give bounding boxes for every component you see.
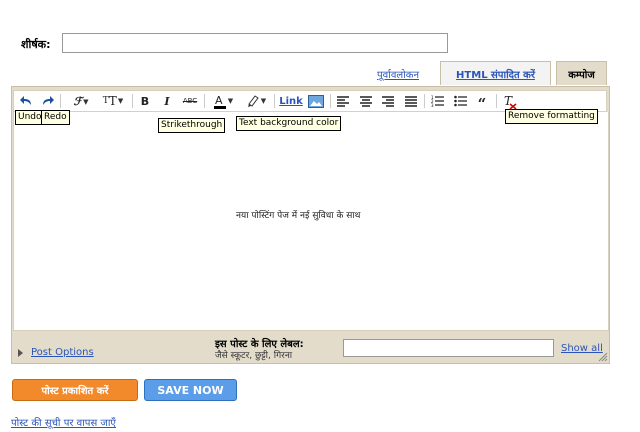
toolbar-separator [132,94,133,108]
align-justify-button[interactable] [404,93,418,109]
resize-grip-icon[interactable] [598,352,608,362]
title-label: शीर्षक: [21,38,51,51]
bold-button[interactable]: B [139,93,151,109]
preview-link[interactable]: पूर्वावलोकन [377,67,419,81]
post-options-link[interactable]: Post Options [31,347,94,358]
toolbar-separator [204,94,205,108]
align-left-icon [337,95,349,107]
highlighter-icon [247,94,259,107]
chevron-down-icon: ▼ [260,97,267,105]
toolbar-separator [274,94,275,108]
font-size-button[interactable]: T T ▼ [99,93,127,109]
editor-body-text: नया पोस्टिंग पेज में नई सुविधा के साथ [236,211,361,221]
tooltip-redo: Redo [41,110,70,125]
align-center-icon [360,95,372,107]
undo-icon [20,96,31,105]
save-now-button[interactable]: SAVE NOW [144,379,237,401]
text-color-icon: A [213,94,226,109]
show-all-link[interactable]: Show all [561,343,603,354]
quote-icon: “ [477,95,487,113]
align-center-button[interactable] [359,93,373,109]
tab-html-edit[interactable]: HTML संपादित करें [440,61,551,85]
strikethrough-button[interactable]: ABC [181,93,199,109]
tooltip-strikethrough: Strikethrough [158,118,226,133]
labels-input[interactable] [343,339,554,357]
italic-icon: I [164,94,170,108]
toolbar-separator [496,94,497,108]
remove-formatting-button[interactable]: T [503,93,517,109]
expand-arrow-icon[interactable] [18,349,23,357]
numbered-list-icon: 123 [431,95,444,107]
back-to-posts-link[interactable]: पोस्ट की सूची पर वापस जाएँ [11,415,116,429]
publish-post-button[interactable]: पोस्ट प्रकाशित करें [12,379,138,401]
remove-formatting-icon: T [504,94,517,109]
link-button[interactable]: Link [279,93,303,109]
font-size-icon-large: T [108,94,117,108]
svg-text:A: A [215,94,223,107]
toolbar-separator [424,94,425,108]
tooltip-text-background-color: Text background color [236,116,342,131]
bullet-list-icon [453,95,467,107]
tab-compose[interactable]: कम्पोज [556,61,607,85]
strikethrough-icon: ABC [182,97,198,105]
chevron-down-icon: ▼ [227,97,234,105]
toolbar-separator [60,94,61,108]
align-justify-icon [405,95,417,107]
post-body-editor[interactable] [13,112,609,331]
redo-button[interactable] [40,93,54,109]
tooltip-remove-formatting: Remove formatting [505,109,598,124]
text-color-button[interactable]: A ▼ [210,93,236,109]
chevron-down-icon: ▼ [117,97,124,105]
toolbar-separator [330,94,331,108]
bullet-list-button[interactable] [453,93,467,109]
image-icon [308,94,324,108]
insert-image-button[interactable] [308,93,324,109]
labels-hint: जैसे स्कूटर, छुट्टी, गिरना [215,351,293,361]
title-input[interactable] [62,33,448,53]
font-family-button[interactable]: ℱ ▼ [68,93,94,109]
undo-button[interactable] [20,93,34,109]
italic-button[interactable]: I [161,93,173,109]
redo-icon [43,96,54,105]
align-left-button[interactable] [336,93,350,109]
blockquote-button[interactable]: “ [475,93,489,113]
svg-text:3: 3 [431,103,434,107]
align-right-icon [382,95,394,107]
numbered-list-button[interactable]: 123 [430,93,444,109]
align-right-button[interactable] [381,93,395,109]
font-family-icon: ℱ [73,94,83,108]
chevron-down-icon: ▼ [83,96,89,106]
bold-icon: B [140,94,150,108]
text-background-color-button[interactable]: ▼ [243,93,269,109]
